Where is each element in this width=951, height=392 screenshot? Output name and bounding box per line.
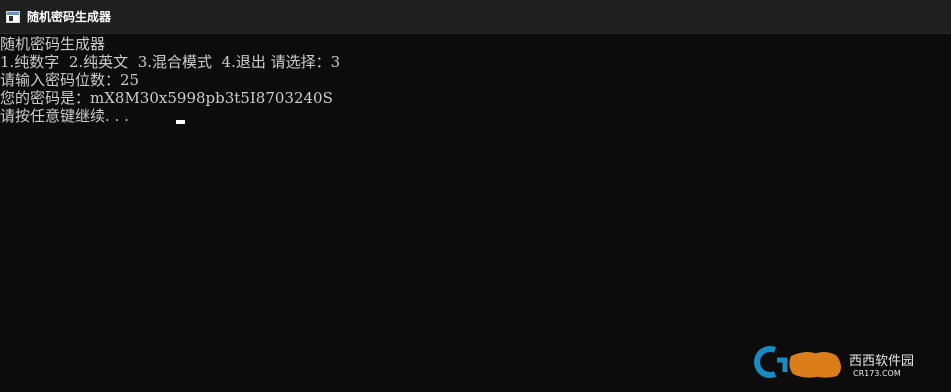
watermark-logo: 西西软件园 CR173.COM <box>751 342 931 382</box>
window-title: 随机密码生成器 <box>27 10 112 24</box>
text-cursor <box>176 120 185 124</box>
console-line-menu: 1.纯数字 2.纯英文 3.混合模式 4.退出 请选择：3 <box>0 53 341 71</box>
console-line-continue-prompt: 请按任意键继续. . . <box>0 107 129 125</box>
console-line-length-prompt: 请输入密码位数：25 <box>0 71 140 89</box>
console-window: 随机密码生成器 随机密码生成器 1.纯数字 2.纯英文 3.混合模式 4.退出 … <box>0 0 951 392</box>
console-line-header: 随机密码生成器 <box>0 35 106 53</box>
watermark-url-text: CR173.COM <box>853 369 901 378</box>
title-bar[interactable]: 随机密码生成器 <box>0 0 951 34</box>
console-output-area[interactable]: 随机密码生成器 1.纯数字 2.纯英文 3.混合模式 4.退出 请选择：3 请输… <box>0 34 951 392</box>
console-line-password: 您的密码是：mX8M30x5998pb3t5I8703240S <box>0 89 333 107</box>
console-app-icon <box>6 11 20 23</box>
watermark-brand-text: 西西软件园 <box>849 354 914 369</box>
